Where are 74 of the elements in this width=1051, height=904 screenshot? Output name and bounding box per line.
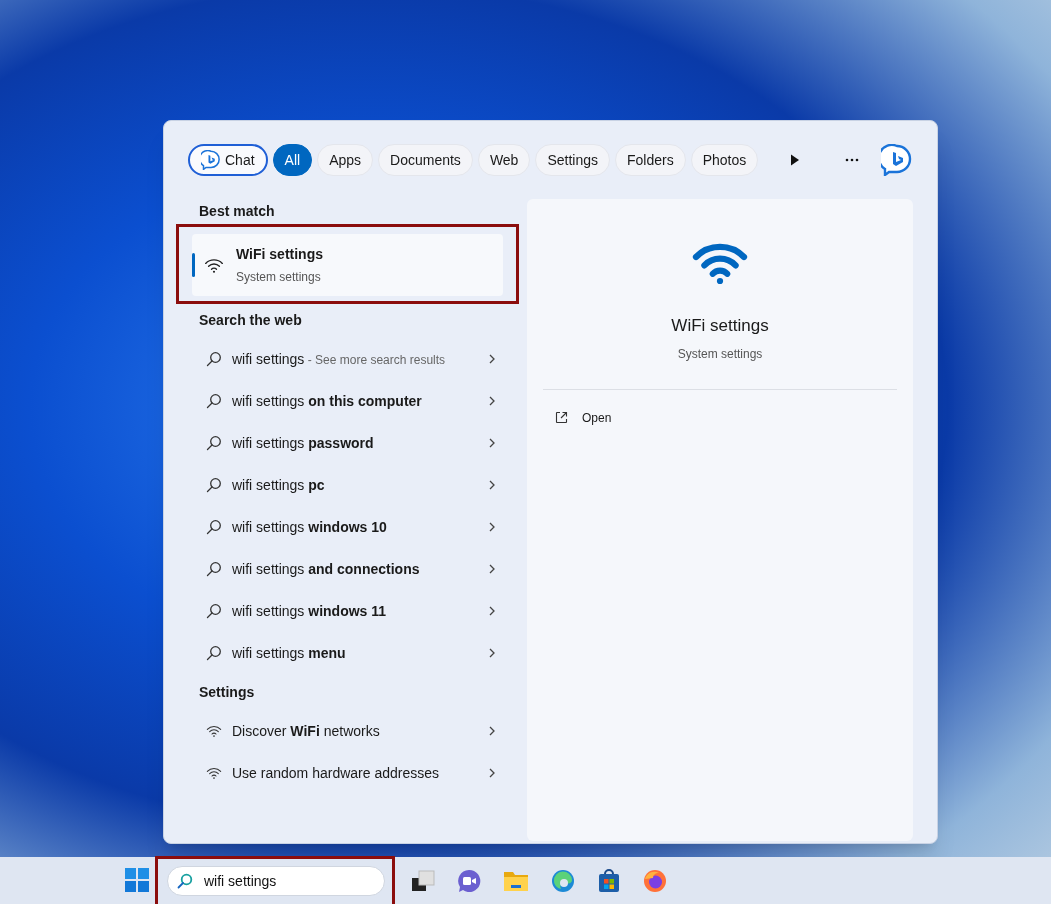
search-icon: [206, 603, 222, 619]
result-row[interactable]: wifi settings windows 11: [164, 590, 527, 632]
wifi-icon: [206, 766, 222, 780]
search-icon: [206, 351, 222, 367]
result-text: wifi settings menu: [232, 643, 347, 663]
search-icon: [177, 872, 193, 889]
browser-icon[interactable]: [551, 868, 575, 893]
chevron-right-icon: [488, 522, 496, 532]
preview-title: WiFi settings: [671, 315, 769, 337]
preview-subtitle: System settings: [677, 345, 763, 363]
start-button[interactable]: [125, 867, 151, 894]
wifi-icon: [206, 724, 222, 738]
search-icon: [206, 393, 222, 409]
chevron-right-icon: [488, 726, 496, 736]
result-row[interactable]: Discover WiFi networks: [164, 710, 527, 752]
result-text: Use random hardware addresses: [232, 763, 440, 783]
external-link-icon: [555, 411, 568, 424]
result-title: WiFi settings: [236, 245, 323, 264]
shopping-bag-icon[interactable]: [597, 868, 621, 893]
result-text: wifi settings - See more search results: [232, 349, 447, 369]
folder-icon[interactable]: [503, 869, 529, 892]
chevron-right-icon: [488, 648, 496, 658]
chevron-right-icon: [488, 438, 496, 448]
task-view-icon[interactable]: [411, 869, 435, 892]
fox-browser-icon[interactable]: [643, 868, 667, 893]
section-heading: Best match: [198, 202, 276, 221]
result-subtitle: System settings: [236, 269, 322, 286]
result-row[interactable]: wifi settings windows 10: [164, 506, 527, 548]
chat-button[interactable]: Chat: [188, 144, 268, 176]
search-icon: [206, 561, 222, 577]
result-text: wifi settings password: [232, 433, 375, 453]
chevron-right-icon: [488, 564, 496, 574]
chevron-right-icon: [488, 768, 496, 778]
chevron-right-icon: [488, 480, 496, 490]
result-text: wifi settings and connections: [232, 559, 421, 579]
filter-tab[interactable]: Settings: [535, 144, 610, 176]
result-text: Discover WiFi networks: [232, 721, 381, 741]
search-icon: [206, 645, 222, 661]
result-text: wifi settings pc: [232, 475, 326, 495]
filter-tab[interactable]: Folders: [615, 144, 686, 176]
filter-tab[interactable]: Apps: [317, 144, 374, 176]
filter-tab[interactable]: Photos: [690, 144, 759, 176]
best-match-item[interactable]: WiFi settings System settings: [192, 234, 503, 296]
filter-tab[interactable]: Web: [477, 144, 531, 176]
filter-tab[interactable]: All: [272, 144, 313, 176]
section-heading: Search the web: [198, 311, 303, 330]
result-text: wifi settings windows 11: [232, 601, 388, 621]
bing-logo-icon: [881, 144, 913, 176]
result-row[interactable]: wifi settings pc: [164, 464, 527, 506]
video-chat-icon[interactable]: [457, 868, 481, 893]
chevron-right-icon: [488, 354, 496, 364]
result-text: wifi settings on this computer: [232, 391, 423, 411]
result-row[interactable]: wifi settings - See more search results: [164, 338, 527, 380]
search-icon: [206, 519, 222, 535]
chevron-right-icon: [488, 396, 496, 406]
result-row[interactable]: wifi settings menu: [164, 632, 527, 674]
open-action[interactable]: Open: [543, 397, 897, 438]
result-text: wifi settings windows 10: [232, 517, 388, 537]
search-icon: [206, 477, 222, 493]
result-row[interactable]: wifi settings and connections: [164, 548, 527, 590]
play-icon: [790, 154, 800, 166]
result-row[interactable]: Use random hardware addresses: [164, 752, 527, 794]
result-row[interactable]: wifi settings password: [164, 422, 527, 464]
chevron-right-icon: [488, 606, 496, 616]
section-heading: Settings: [198, 683, 256, 702]
search-icon: [206, 435, 222, 451]
taskbar-search-field[interactable]: wifi settings: [167, 865, 385, 896]
chat-logo-icon: [201, 150, 221, 170]
result-row[interactable]: wifi settings on this computer: [164, 380, 527, 422]
filter-tab[interactable]: Documents: [378, 144, 473, 176]
windows-logo-icon: [125, 867, 149, 892]
selection-indicator: [192, 253, 195, 277]
more-icon: [845, 158, 859, 162]
wifi-icon: [204, 256, 224, 274]
